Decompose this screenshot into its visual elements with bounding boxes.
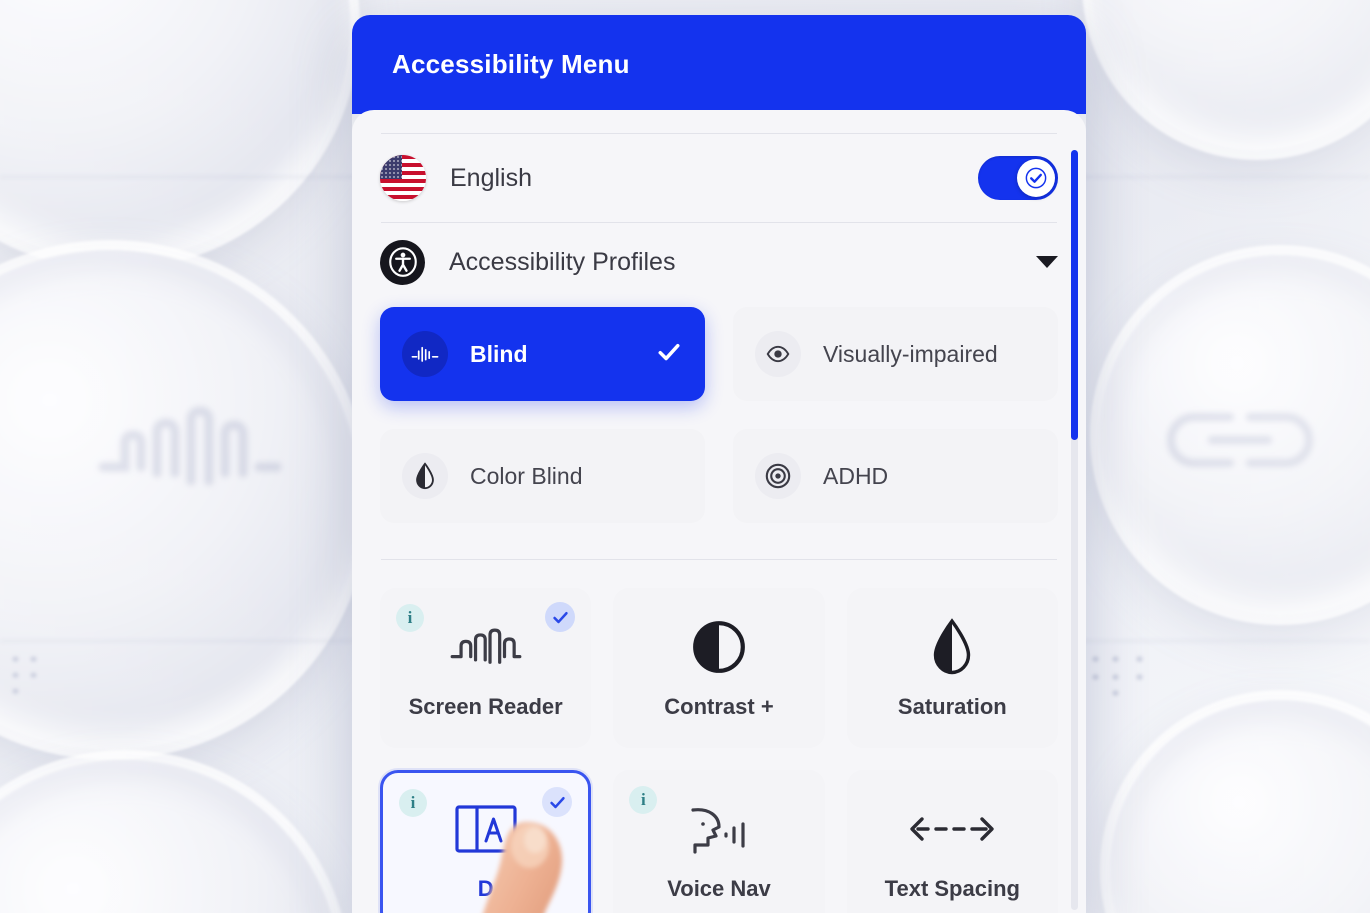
eye-icon bbox=[755, 331, 801, 377]
info-icon[interactable]: i bbox=[399, 789, 427, 817]
panel-body: English Accessibility Profiles Blind Vis… bbox=[352, 110, 1086, 913]
feature-screen-reader[interactable]: i Screen Reader bbox=[380, 588, 592, 748]
check-icon bbox=[542, 787, 573, 817]
waveform-icon bbox=[402, 331, 448, 377]
droplet-icon bbox=[402, 453, 448, 499]
scrollbar-thumb[interactable] bbox=[1071, 150, 1078, 440]
chevron-down-icon[interactable] bbox=[1036, 256, 1058, 268]
check-icon bbox=[655, 338, 683, 371]
feature-label: Text Spacing bbox=[884, 876, 1020, 901]
feature-contrast[interactable]: Contrast + bbox=[613, 588, 825, 748]
waveform-icon bbox=[449, 616, 523, 678]
feature-label: Saturation bbox=[897, 694, 1007, 719]
target-icon bbox=[755, 453, 801, 499]
page-title: Accessibility Menu bbox=[392, 49, 630, 79]
profile-label: Blind bbox=[470, 340, 528, 367]
us-flag-icon bbox=[380, 155, 426, 201]
profile-visually-impaired[interactable]: Visually-impaired bbox=[733, 307, 1058, 401]
vertical-scrollbar[interactable] bbox=[1071, 150, 1078, 910]
info-icon[interactable]: i bbox=[396, 604, 424, 632]
profile-blind[interactable]: Blind bbox=[380, 307, 705, 401]
info-icon[interactable]: i bbox=[629, 786, 658, 814]
accessibility-profiles-label: Accessibility Profiles bbox=[449, 247, 676, 276]
check-icon bbox=[1025, 167, 1047, 189]
accessibility-person-icon bbox=[380, 239, 425, 285]
feature-voice-nav[interactable]: i Voice Nav bbox=[613, 770, 825, 913]
feature-label: Contrast + bbox=[664, 694, 774, 719]
profile-color-blind[interactable]: Color Blind bbox=[380, 429, 705, 523]
profile-label: ADHD bbox=[823, 462, 889, 489]
feature-grid: i Screen Reader Contrast + Saturation i … bbox=[380, 560, 1058, 913]
profile-grid: Blind Visually-impaired Color Blind ADHD bbox=[380, 301, 1058, 523]
accessibility-profiles-header[interactable]: Accessibility Profiles bbox=[380, 223, 1058, 301]
check-icon bbox=[545, 602, 576, 632]
feature-dyslexia-friendly[interactable]: i D bbox=[380, 770, 592, 913]
feature-saturation[interactable]: Saturation bbox=[846, 588, 1058, 748]
feature-label: Voice Nav bbox=[667, 876, 771, 901]
text-spacing-arrow-icon bbox=[908, 798, 996, 860]
contrast-circle-icon bbox=[691, 616, 747, 678]
toggle-knob bbox=[1017, 159, 1055, 197]
profile-adhd[interactable]: ADHD bbox=[733, 429, 1058, 523]
language-toggle[interactable] bbox=[978, 156, 1058, 200]
language-row[interactable]: English bbox=[380, 134, 1058, 222]
panel-header: Accessibility Menu bbox=[352, 15, 1086, 114]
profile-label: Visually-impaired bbox=[823, 340, 998, 367]
voice-face-icon bbox=[683, 798, 755, 860]
feature-label: D bbox=[477, 876, 494, 901]
accessibility-menu-panel: Accessibility Menu English Accessibility… bbox=[352, 15, 1086, 913]
feature-text-spacing[interactable]: Text Spacing bbox=[846, 770, 1058, 913]
profile-label: Color Blind bbox=[470, 462, 583, 489]
feature-label: Screen Reader bbox=[408, 694, 563, 719]
dyslexia-text-icon bbox=[451, 798, 521, 860]
language-label: English bbox=[450, 163, 532, 192]
droplet-half-icon bbox=[929, 616, 975, 678]
